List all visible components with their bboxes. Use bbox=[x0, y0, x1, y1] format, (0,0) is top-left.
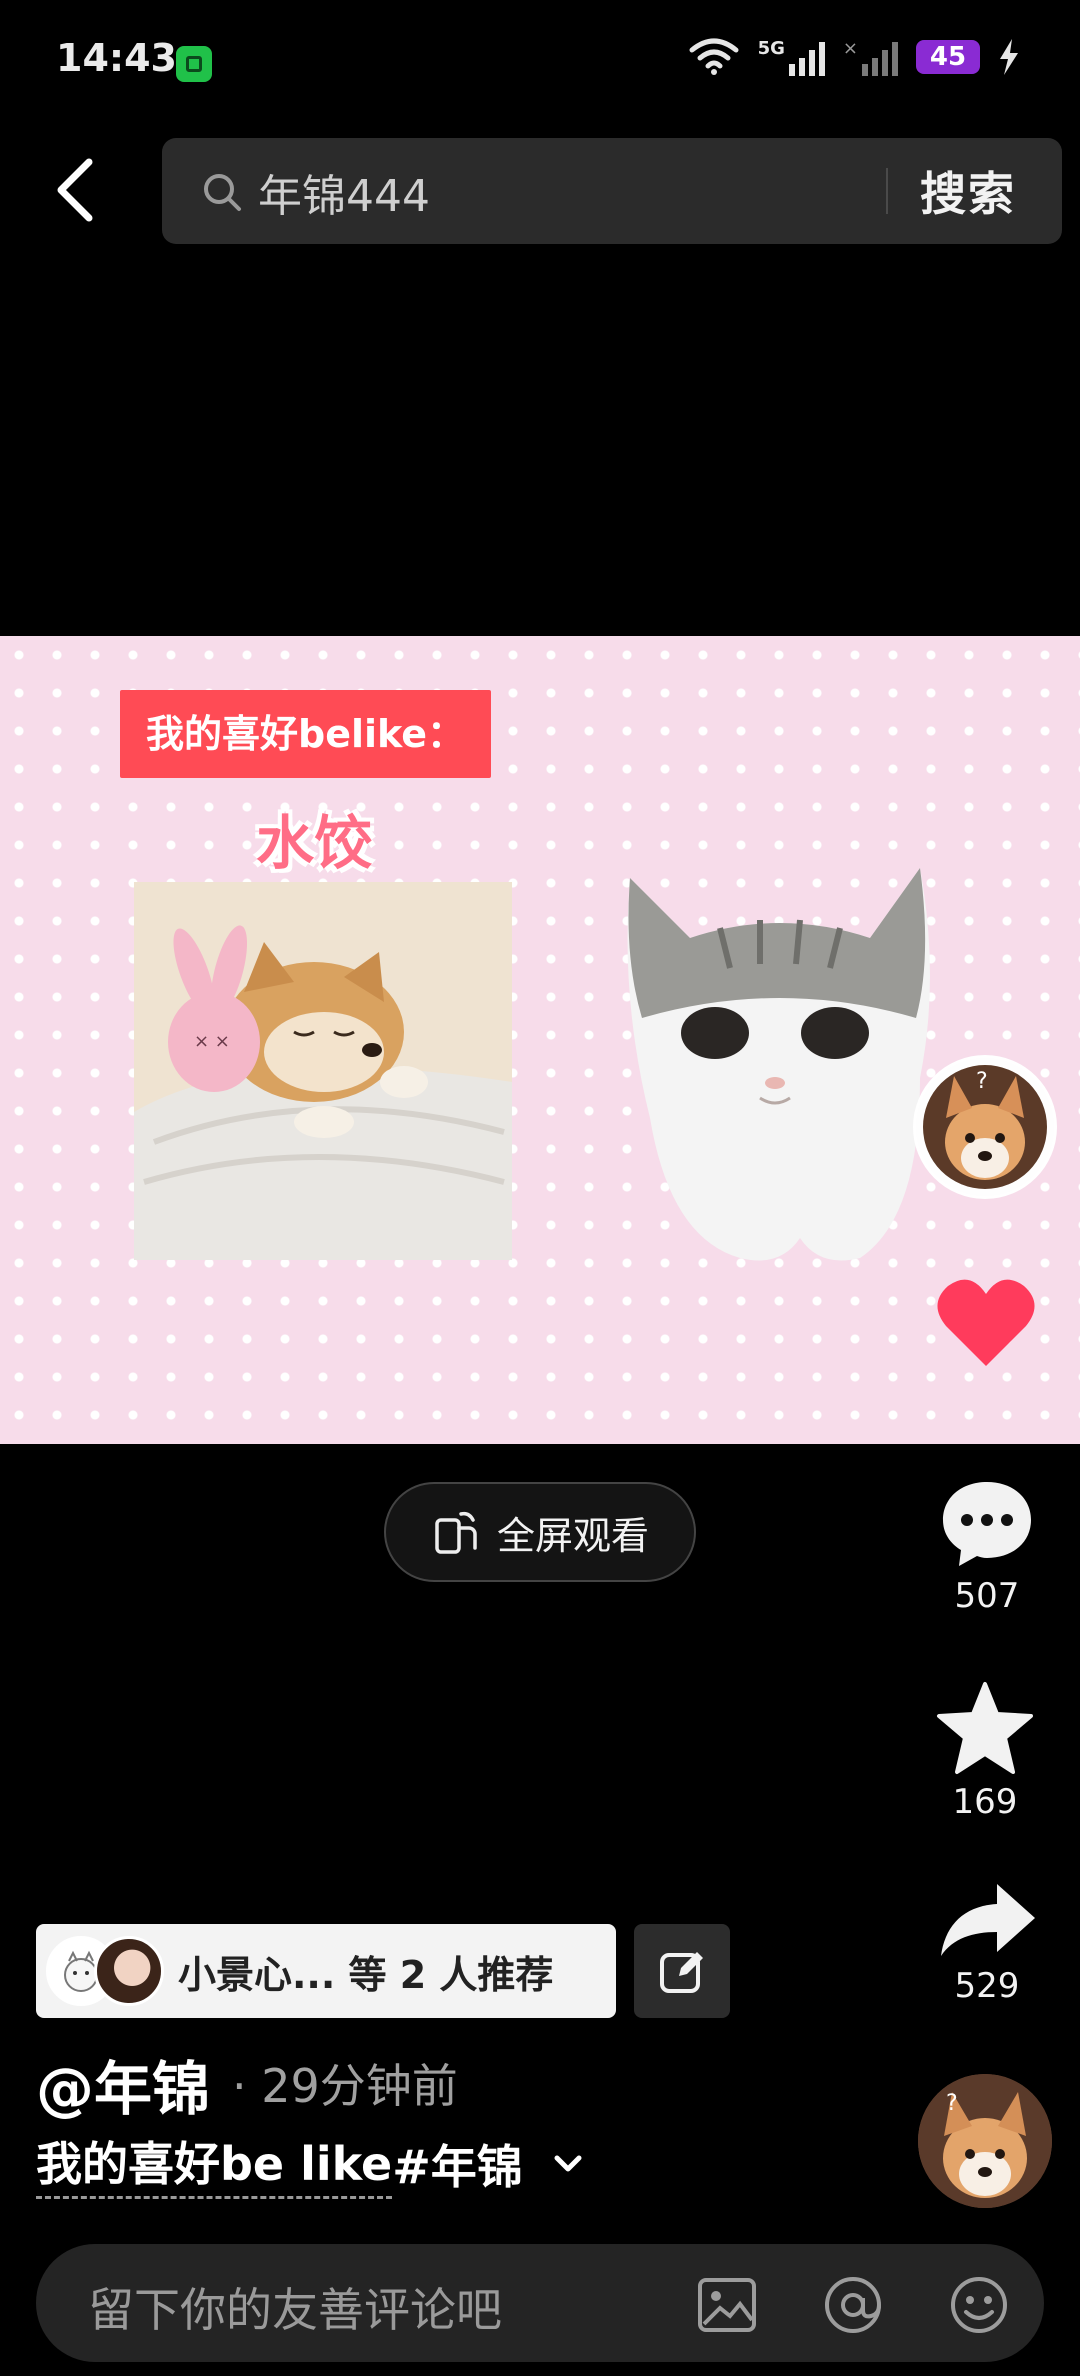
cat-image bbox=[627, 868, 930, 1261]
hashtag-link[interactable]: #年锦 bbox=[392, 2131, 523, 2197]
charging-icon bbox=[1000, 39, 1018, 75]
comment-input[interactable]: 留下你的友善评论吧 bbox=[88, 2274, 502, 2340]
edit-note-button[interactable] bbox=[634, 1924, 730, 2018]
signal-5g-icon: 5G bbox=[758, 38, 825, 76]
status-bar: 14:43 5G × 45 bbox=[0, 0, 1080, 130]
svg-text:?: ? bbox=[946, 2091, 958, 2116]
wifi-icon bbox=[689, 38, 739, 75]
post-time: · 29分钟前 bbox=[232, 2059, 458, 2113]
recommend-chip[interactable]: 小景心... 等 2 人推荐 bbox=[36, 1924, 616, 2018]
creator-avatar-float[interactable]: ? bbox=[916, 1058, 1054, 1196]
status-time: 14:43 bbox=[56, 36, 177, 80]
recommend-text: 小景心... 等 2 人推荐 bbox=[178, 1952, 554, 1997]
battery-indicator: 45 bbox=[916, 40, 980, 74]
search-button[interactable]: 搜索 bbox=[920, 158, 1016, 224]
svg-text:?: ? bbox=[976, 1069, 988, 1094]
favorite-action[interactable]: 169 bbox=[920, 1680, 1050, 1822]
recommender-avatar-2 bbox=[94, 1936, 164, 2006]
post-description[interactable]: 我的喜好be like #年锦 bbox=[36, 2128, 583, 2199]
star-icon bbox=[937, 1682, 1033, 1774]
video-subtitle: 水饺 bbox=[256, 809, 373, 877]
share-action[interactable]: 529 bbox=[922, 1880, 1052, 2006]
comment-icon bbox=[943, 1482, 1031, 1566]
status-icons: 5G × 45 bbox=[688, 38, 1020, 76]
video-player[interactable]: 我的喜好belike： 水饺 × × bbox=[0, 636, 1080, 1444]
image-icon[interactable] bbox=[696, 2274, 758, 2336]
share-count: 529 bbox=[954, 1966, 1020, 2006]
svg-text:× ×: × × bbox=[194, 1031, 230, 1052]
rotate-screen-icon bbox=[435, 1511, 477, 1554]
sleeping-dog-image: × × bbox=[134, 882, 512, 1260]
share-icon bbox=[941, 1884, 1035, 1956]
comment-count: 507 bbox=[954, 1576, 1020, 1616]
creator-avatar[interactable]: ? bbox=[918, 2074, 1052, 2208]
at-mention-icon[interactable] bbox=[822, 2274, 884, 2336]
author-name[interactable]: @年锦 bbox=[36, 2042, 210, 2126]
search-input[interactable]: 年锦444 bbox=[258, 160, 430, 224]
signal-secondary-icon: × bbox=[843, 38, 898, 76]
fullscreen-button[interactable]: 全屏观看 bbox=[384, 1482, 696, 1582]
edit-icon bbox=[660, 1952, 703, 1993]
search-icon bbox=[204, 174, 241, 211]
network-type: 5G bbox=[757, 38, 785, 59]
search-divider bbox=[886, 168, 888, 214]
comment-action[interactable]: 507 bbox=[922, 1478, 1052, 1616]
heart-icon[interactable] bbox=[936, 1276, 1036, 1368]
video-caption-tag: 我的喜好belike： bbox=[120, 690, 492, 778]
emoji-icon[interactable] bbox=[948, 2274, 1010, 2336]
description-text: 我的喜好be like bbox=[36, 2128, 393, 2199]
chevron-left-icon bbox=[57, 158, 93, 222]
chevron-down-icon[interactable] bbox=[553, 2154, 583, 2174]
back-button[interactable] bbox=[40, 150, 110, 230]
favorite-count: 169 bbox=[952, 1782, 1018, 1822]
app-notification-icon bbox=[176, 46, 212, 82]
fullscreen-label: 全屏观看 bbox=[496, 1513, 649, 1558]
